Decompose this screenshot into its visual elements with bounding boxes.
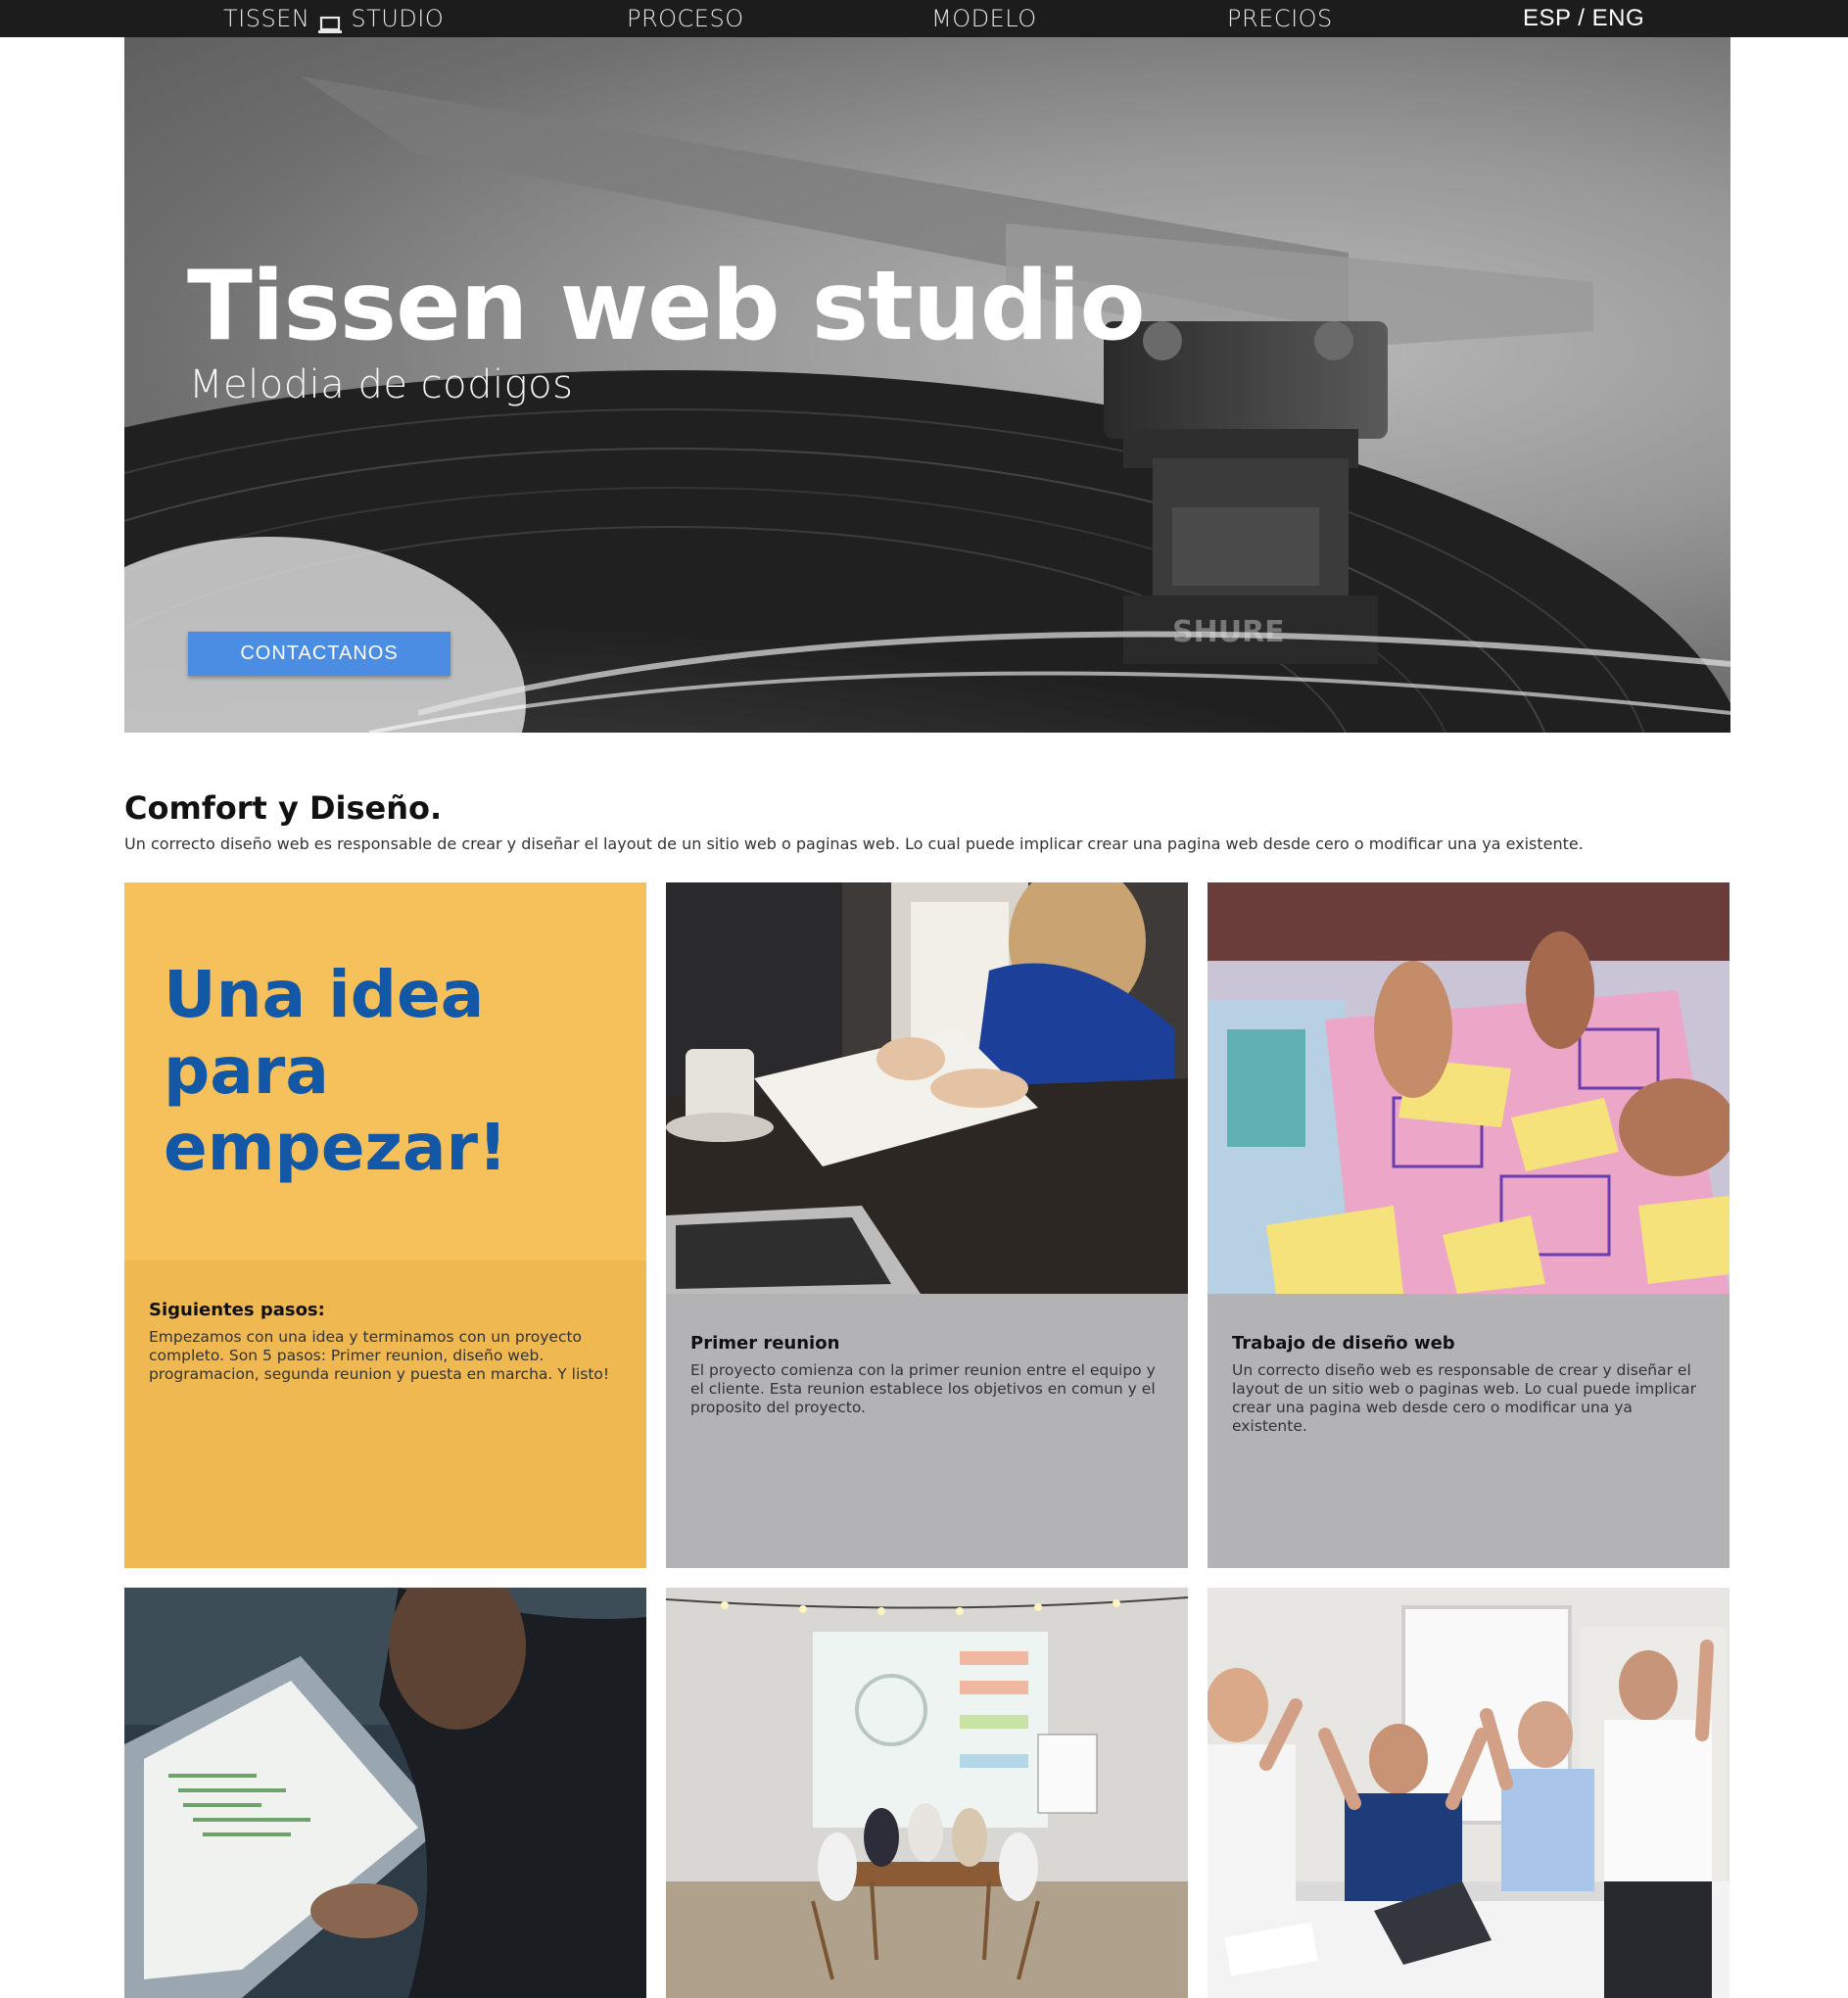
hero-subtitle: Melodia de codigos [189,362,574,407]
brand-left-text: TISSEN [223,5,310,32]
section-description: Un correcto diseño web es responsable de… [124,834,1584,853]
card-diseno-web-title: Trabajo de diseño web [1232,1333,1455,1354]
card-programmer-photo [124,1588,646,1998]
card-diseno-web-body: Un correcto diseño web es responsable de… [1232,1361,1697,1435]
card-idea-footer: Siguientes pasos: Empezamos con una idea… [124,1261,646,1568]
card-diseno-web: Trabajo de diseño web Un correcto diseño… [1208,882,1730,1568]
nav-link-proceso[interactable]: PROCESO [627,0,744,37]
contact-button[interactable]: CONTACTANOS [188,632,450,676]
card-primer-reunion-body: El proyecto comienza con la primer reuni… [690,1361,1156,1416]
language-switch: ESP / ENG [1523,0,1644,37]
brand-right-text: STUDIO [351,5,445,32]
lang-eng-link[interactable]: ENG [1592,5,1645,31]
hero-title: Tissen web studio [187,251,1146,362]
brand-logo[interactable]: TISSEN STUDIO [223,0,444,37]
card-idea-body: Empezamos con una idea y terminamos con … [149,1328,610,1383]
card-idea-headline: Una idea para empezar! [164,957,508,1185]
card-primer-reunion: Primer reunion El proyecto comienza con … [666,882,1188,1568]
section-title: Comfort y Diseño. [124,789,443,827]
meeting-notebook-photo [666,882,1188,1294]
card-idea: Una idea para empezar! Siguientes pasos:… [124,882,646,1568]
celebrating-team-photo [1208,1588,1730,1998]
card-primer-reunion-title: Primer reunion [690,1333,840,1354]
card-idea-title: Siguientes pasos: [149,1300,325,1320]
nav-link-precios[interactable]: PRECIOS [1227,0,1333,37]
hero-banner: SHURE Tissen web studio Melodia de codig… [124,37,1730,733]
laptop-icon [317,9,343,33]
top-navbar: TISSEN STUDIO PROCESO MODELO PRECIOS ESP… [0,0,1848,37]
lang-separator: / [1578,5,1586,31]
wireframe-sticky-notes-photo [1208,882,1730,1294]
team-presentation-photo [666,1588,1188,1998]
nav-link-modelo[interactable]: MODELO [931,0,1037,37]
programmer-laptop-photo [124,1588,646,1998]
lang-esp-link[interactable]: ESP [1523,5,1571,31]
card-presentation-photo [666,1588,1188,1998]
card-celebration-photo [1208,1588,1730,1998]
